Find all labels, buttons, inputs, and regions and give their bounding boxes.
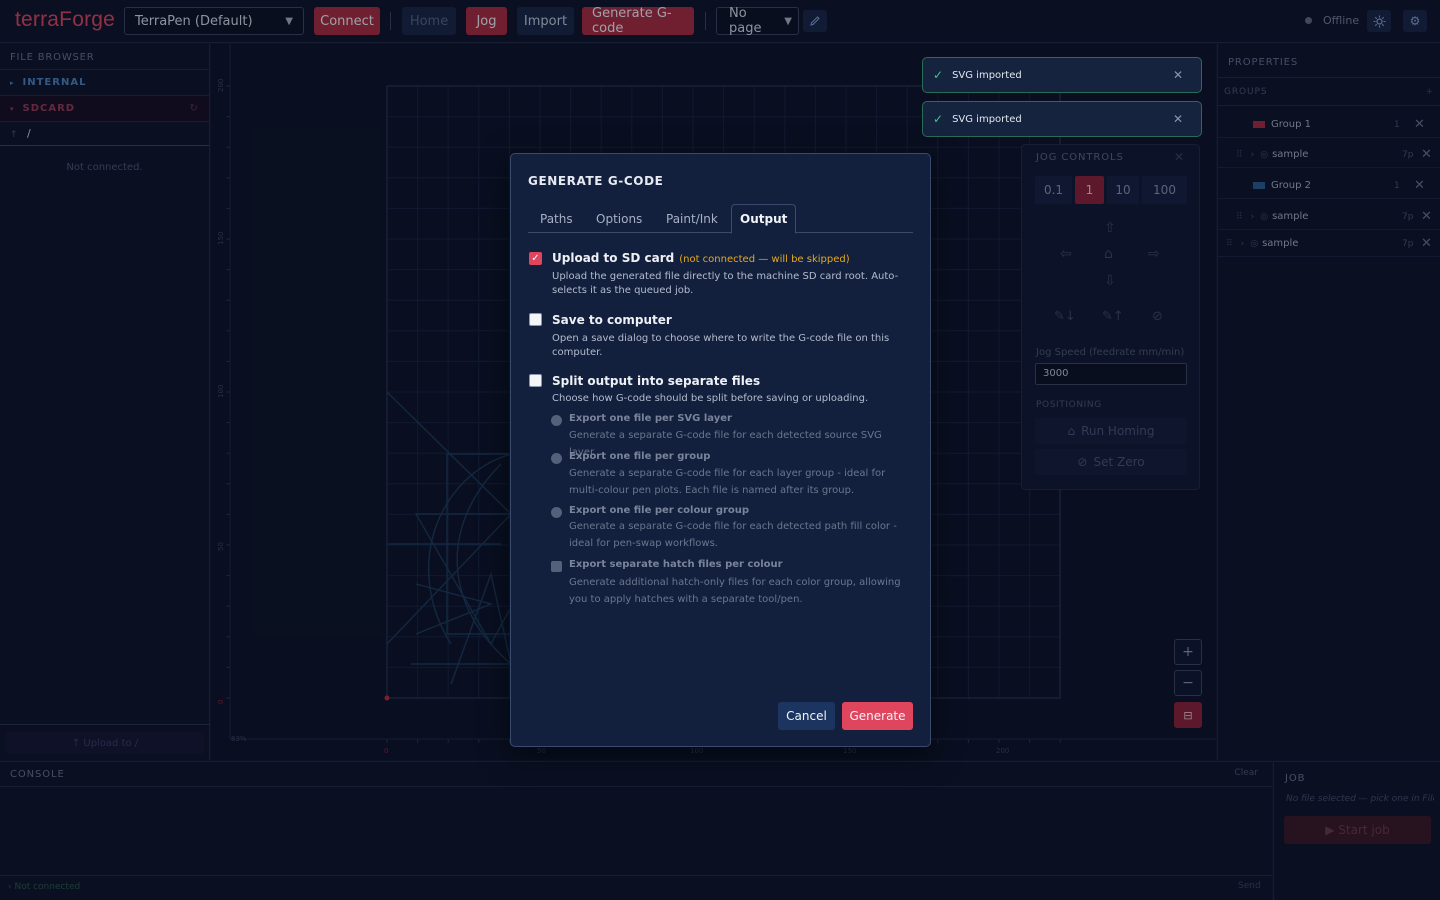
tab-paint-ink[interactable]: Paint/Ink: [658, 204, 726, 233]
generate-gcode-dialog: GENERATE G-CODE Paths Options Paint/Ink …: [510, 153, 931, 747]
toast-notification: ✓ SVG imported ✕: [922, 57, 1202, 93]
save-computer-title: Save to computer: [552, 313, 672, 327]
hatch-per-colour-description: Generate additional hatch-only files for…: [569, 577, 901, 605]
split-per-colour-title: Export one file per colour group: [569, 505, 750, 516]
tab-paths[interactable]: Paths: [532, 204, 581, 233]
split-per-layer-title: Export one file per SVG layer: [569, 413, 732, 424]
upload-sd-label: Upload to SD card: [552, 251, 675, 265]
toast-notification: ✓ SVG imported ✕: [922, 101, 1202, 137]
toast-text: SVG imported: [952, 113, 1022, 125]
split-per-layer-radio[interactable]: [551, 415, 562, 426]
hatch-per-colour-title: Export separate hatch files per colour: [569, 559, 783, 570]
toast-text: SVG imported: [952, 69, 1022, 81]
hatch-per-colour-checkbox[interactable]: [551, 561, 562, 572]
upload-sd-title: Upload to SD card (not connected — will b…: [552, 251, 850, 265]
split-per-group-description: Generate a separate G-code file for each…: [569, 468, 886, 496]
check-icon: ✓: [933, 112, 944, 126]
split-output-description: Choose how G-code should be split before…: [552, 393, 869, 404]
check-icon: ✓: [933, 68, 944, 82]
split-per-colour-description: Generate a separate G-code file for each…: [569, 521, 897, 549]
split-output-checkbox[interactable]: [529, 374, 542, 387]
save-computer-checkbox[interactable]: [529, 313, 542, 326]
close-icon[interactable]: ✕: [1173, 112, 1183, 126]
close-icon[interactable]: ✕: [1173, 68, 1183, 82]
split-output-title: Split output into separate files: [552, 374, 761, 388]
tab-options[interactable]: Options: [588, 204, 650, 233]
upload-sd-checkbox[interactable]: ✓: [529, 252, 542, 265]
generate-button[interactable]: Generate: [842, 702, 913, 730]
cancel-button[interactable]: Cancel: [778, 702, 835, 730]
upload-sd-description: Upload the generated file directly to th…: [552, 271, 899, 296]
split-per-colour-radio[interactable]: [551, 507, 562, 518]
dialog-tabs: Paths Options Paint/Ink Output: [528, 204, 913, 234]
upload-sd-warning: (not connected — will be skipped): [679, 254, 850, 265]
split-per-group-radio[interactable]: [551, 453, 562, 464]
save-computer-description: Open a save dialog to choose where to wr…: [552, 333, 890, 358]
tab-output[interactable]: Output: [731, 204, 797, 234]
split-per-group-title: Export one file per group: [569, 451, 711, 462]
dialog-title: GENERATE G-CODE: [528, 174, 664, 188]
